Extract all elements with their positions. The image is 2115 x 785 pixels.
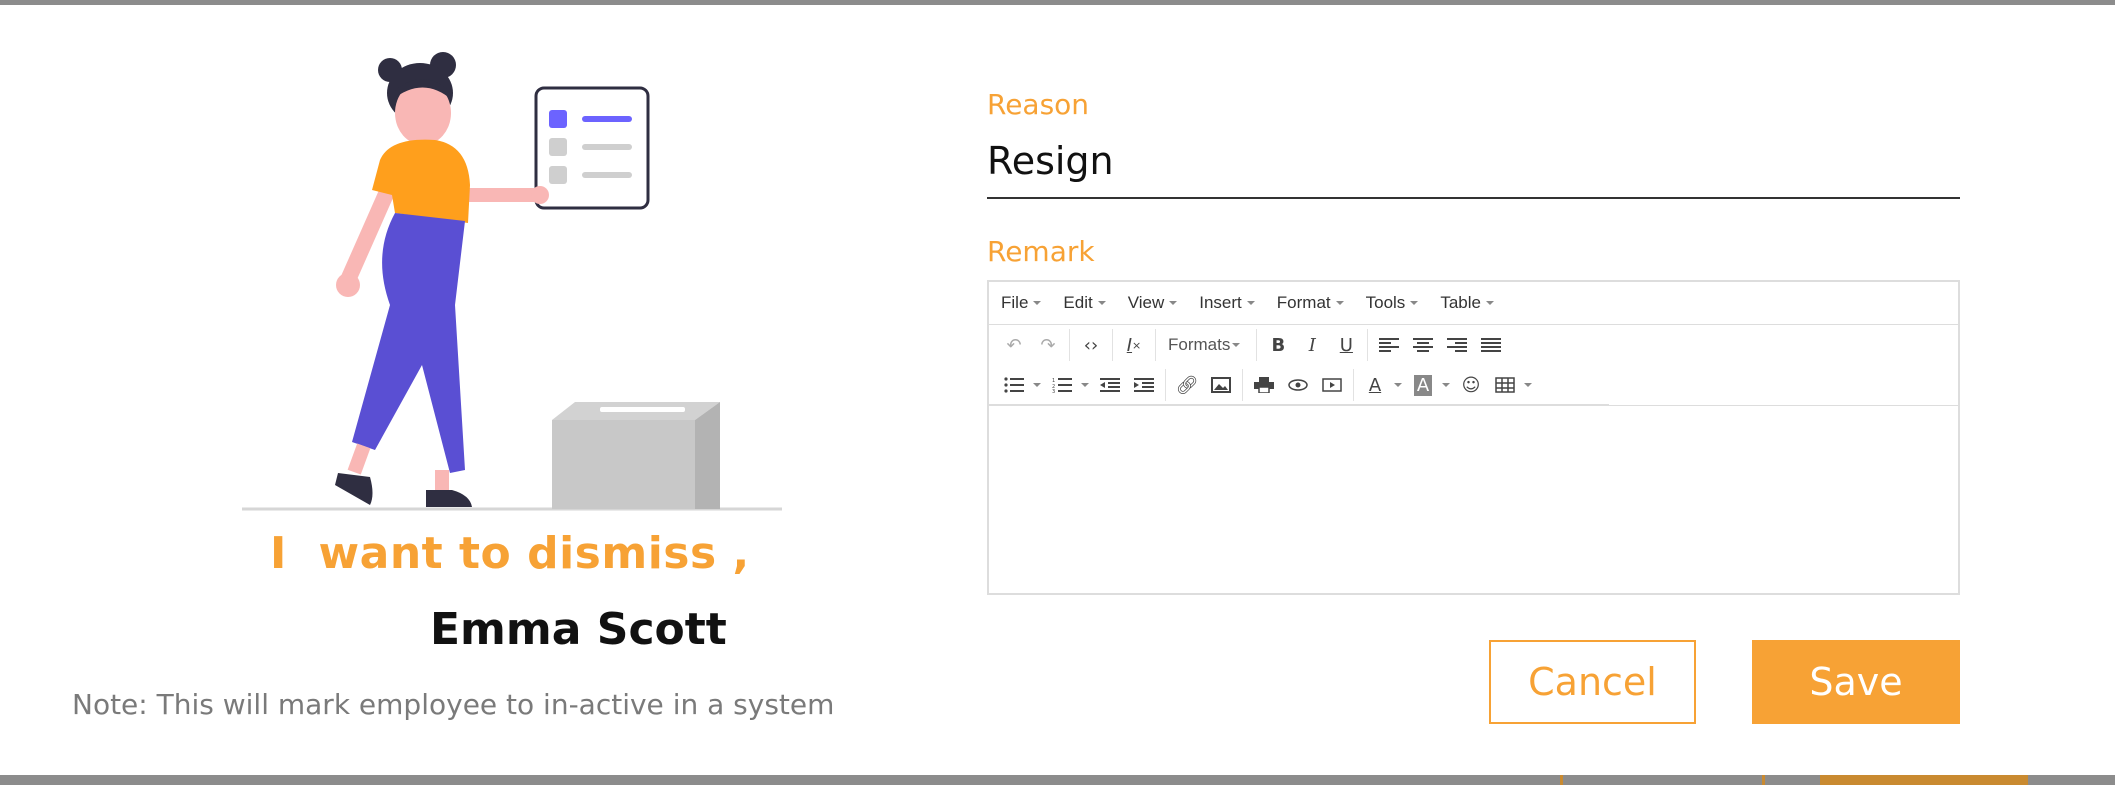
numbered-list-icon[interactable]: 123 <box>1045 369 1079 401</box>
menu-view[interactable]: View <box>1128 293 1178 313</box>
bold-icon[interactable]: B <box>1261 329 1295 361</box>
caret-down-icon[interactable] <box>1442 383 1450 387</box>
menu-edit[interactable]: Edit <box>1063 293 1106 313</box>
redo-icon[interactable]: ↷ <box>1031 329 1065 361</box>
menu-table-label: Table <box>1440 293 1481 312</box>
dismiss-illustration <box>242 52 782 511</box>
save-button[interactable]: Save <box>1752 640 1960 724</box>
cancel-button[interactable]: Cancel <box>1489 640 1696 724</box>
indent-icon[interactable] <box>1127 369 1161 401</box>
menu-file[interactable]: File <box>1001 293 1042 313</box>
menu-format-label: Format <box>1276 293 1331 312</box>
menu-format[interactable]: Format <box>1277 293 1344 313</box>
menu-insert[interactable]: Insert <box>1199 293 1255 313</box>
media-icon[interactable] <box>1315 369 1349 401</box>
editor-toolbar-row-1: ↶ ↷ ‹› I × Formats B I U <box>989 325 1958 365</box>
align-left-icon[interactable] <box>1372 329 1406 361</box>
preview-eye-icon[interactable] <box>1281 369 1315 401</box>
undo-icon[interactable]: ↶ <box>997 329 1031 361</box>
caret-down-icon <box>1410 301 1419 305</box>
caret-down-icon[interactable] <box>1081 383 1089 387</box>
toolbar-divider <box>1353 369 1354 401</box>
italic-icon[interactable]: I <box>1295 329 1329 361</box>
caret-down-icon <box>1485 301 1494 305</box>
underline-icon[interactable]: U <box>1329 329 1363 361</box>
align-right-icon[interactable] <box>1440 329 1474 361</box>
caret-down-icon <box>1169 301 1178 305</box>
caret-down-icon[interactable] <box>1394 383 1402 387</box>
underlying-save-button <box>1820 775 2028 785</box>
image-icon[interactable] <box>1204 369 1238 401</box>
employee-name: Emma Scott <box>430 604 727 655</box>
caret-down-icon <box>1246 301 1255 305</box>
formats-label: Formats <box>1168 335 1231 354</box>
align-center-icon[interactable] <box>1406 329 1440 361</box>
toolbar-divider <box>1165 369 1166 401</box>
formats-dropdown[interactable]: Formats <box>1160 335 1252 355</box>
print-icon[interactable] <box>1247 369 1281 401</box>
emoticon-icon[interactable]: ☺ <box>1454 369 1488 401</box>
caret-down-icon <box>1335 301 1344 305</box>
top-border <box>0 0 2115 5</box>
clear-formatting-icon[interactable]: I × <box>1117 329 1151 361</box>
remark-edit-area[interactable] <box>989 406 1958 593</box>
toolbar-divider <box>1069 329 1070 361</box>
svg-text:3: 3 <box>1052 389 1055 393</box>
editor-menubar: File Edit View Insert Format Tools Table <box>989 282 1958 325</box>
remark-rich-text-editor: File Edit View Insert Format Tools Table… <box>987 280 1960 595</box>
menu-table[interactable]: Table <box>1440 293 1494 313</box>
reason-input[interactable] <box>987 125 1960 199</box>
menu-edit-label: Edit <box>1063 293 1093 312</box>
caret-down-icon[interactable] <box>1524 383 1532 387</box>
caret-down-icon <box>1097 301 1106 305</box>
remark-label: Remark <box>987 235 1095 268</box>
outdent-icon[interactable] <box>1093 369 1127 401</box>
table-grid-icon[interactable] <box>1488 369 1522 401</box>
caret-down-icon <box>1232 343 1241 347</box>
menu-file-label: File <box>1001 293 1029 312</box>
bullet-list-icon[interactable] <box>997 369 1031 401</box>
caret-down-icon <box>1033 301 1042 305</box>
editor-toolbar-row-2: 123 🔗︎ A A ☺ <box>989 365 1958 405</box>
reason-label: Reason <box>987 88 1090 121</box>
toolbar-divider <box>1256 329 1258 361</box>
toolbar-divider <box>1367 329 1369 361</box>
toolbar-divider <box>1242 369 1243 401</box>
text-color-icon[interactable]: A <box>1358 369 1392 401</box>
source-code-icon[interactable]: ‹› <box>1074 329 1108 361</box>
toolbar-divider <box>1112 329 1113 361</box>
bottom-border <box>0 775 2115 785</box>
caret-down-icon[interactable] <box>1033 383 1041 387</box>
menu-tools-label: Tools <box>1365 293 1406 312</box>
underlying-cancel-button <box>1560 775 1765 785</box>
dismiss-note: Note: This will mark employee to in-acti… <box>72 688 835 721</box>
background-color-icon[interactable]: A <box>1406 369 1440 401</box>
link-icon[interactable]: 🔗︎ <box>1170 369 1204 401</box>
toolbar-divider <box>1155 329 1156 361</box>
align-justify-icon[interactable] <box>1474 329 1508 361</box>
menu-tools[interactable]: Tools <box>1366 293 1419 313</box>
menu-view-label: View <box>1127 293 1165 312</box>
menu-insert-label: Insert <box>1199 293 1242 312</box>
dismiss-headline: I want to dismiss , <box>270 528 750 579</box>
